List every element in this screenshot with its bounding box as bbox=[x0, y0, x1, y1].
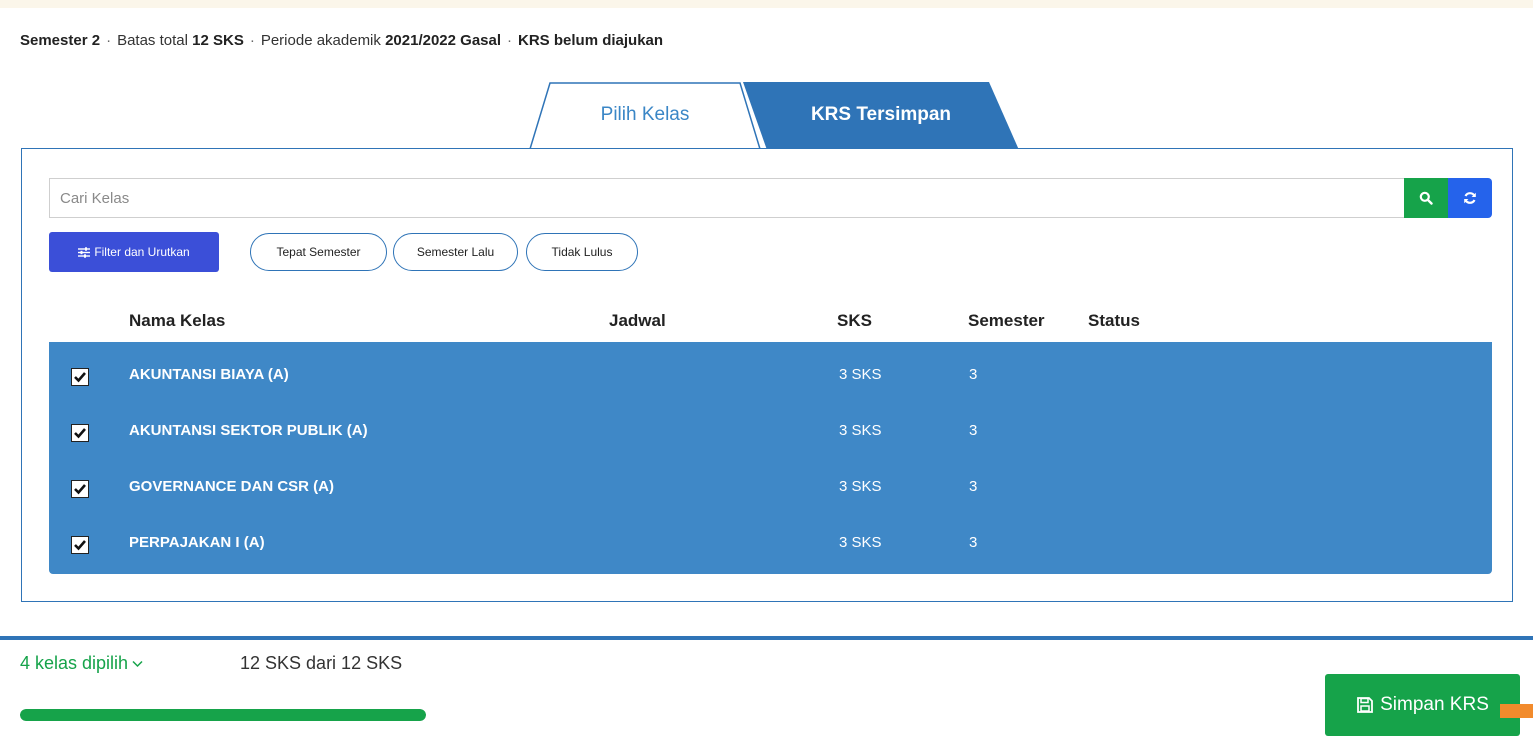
row-checkbox[interactable] bbox=[71, 480, 89, 498]
row-class-name: PERPAJAKAN I (A) bbox=[129, 534, 265, 551]
table-row[interactable]: GOVERNANCE DAN CSR (A) 3 SKS 3 bbox=[49, 459, 1492, 517]
check-icon bbox=[74, 540, 86, 551]
separator: · bbox=[249, 32, 255, 49]
sks-summary: 12 SKS dari 12 SKS bbox=[240, 653, 403, 673]
filter-sort-button[interactable]: Filter dan Urutkan bbox=[49, 232, 219, 272]
limit-prefix: Batas total bbox=[117, 32, 188, 49]
chevron-down-icon bbox=[132, 660, 143, 667]
table-row[interactable]: PERPAJAKAN I (A) 3 SKS 3 bbox=[49, 515, 1492, 573]
sliders-icon bbox=[78, 246, 91, 258]
header-nama-kelas: Nama Kelas bbox=[129, 311, 226, 330]
period-value: 2021/2022 Gasal bbox=[385, 32, 502, 49]
refresh-icon bbox=[1464, 192, 1476, 204]
header-jadwal: Jadwal bbox=[609, 311, 666, 330]
row-class-name: AKUNTANSI BIAYA (A) bbox=[129, 366, 289, 383]
header-status: Status bbox=[1088, 311, 1140, 330]
table-row[interactable]: AKUNTANSI SEKTOR PUBLIK (A) 3 SKS 3 bbox=[49, 403, 1492, 461]
semester-prefix: Semester bbox=[20, 32, 88, 49]
refresh-button[interactable] bbox=[1448, 178, 1492, 218]
tab-krs-tersimpan-label[interactable]: KRS Tersimpan bbox=[750, 104, 1012, 126]
row-class-name: GOVERNANCE DAN CSR (A) bbox=[129, 478, 335, 495]
footer-divider bbox=[0, 636, 1533, 640]
save-krs-button[interactable]: Simpan KRS bbox=[1325, 674, 1520, 736]
table-row[interactable]: AKUNTANSI BIAYA (A) 3 SKS 3 bbox=[49, 347, 1492, 405]
row-semester: 3 bbox=[969, 478, 978, 495]
check-icon bbox=[74, 484, 86, 495]
row-checkbox[interactable] bbox=[71, 424, 89, 442]
top-strip bbox=[0, 0, 1533, 8]
chip-tepat-semester[interactable]: Tepat Semester bbox=[250, 233, 387, 271]
row-semester: 3 bbox=[969, 534, 978, 551]
selected-classes-label: 4 kelas dipilih bbox=[20, 653, 129, 673]
row-sks: 3 SKS bbox=[839, 366, 882, 383]
chip-tidak-lulus[interactable]: Tidak Lulus bbox=[526, 233, 638, 271]
orange-marker bbox=[1500, 704, 1533, 718]
row-sks: 3 SKS bbox=[839, 478, 882, 495]
period-prefix: Periode akademik bbox=[260, 32, 381, 49]
check-icon bbox=[74, 428, 86, 439]
limit-value: 12 SKS bbox=[192, 32, 244, 49]
tab-pilih-kelas-label[interactable]: Pilih Kelas bbox=[528, 104, 762, 126]
filter-sort-label: Filter dan Urutkan bbox=[94, 245, 190, 259]
search-input[interactable] bbox=[49, 178, 1404, 218]
separator: · bbox=[507, 32, 513, 49]
row-checkbox[interactable] bbox=[71, 536, 89, 554]
krs-info-bar: Semester 2 · Batas total 12 SKS · Periode ak… bbox=[20, 32, 663, 49]
sks-progress-bar bbox=[20, 709, 426, 721]
semester-value: 2 bbox=[91, 32, 101, 49]
search-icon bbox=[1419, 191, 1433, 205]
sks-progress-fill bbox=[20, 709, 426, 721]
row-sks: 3 SKS bbox=[839, 422, 882, 439]
krs-status: KRS belum diajukan bbox=[518, 32, 664, 49]
row-checkbox[interactable] bbox=[71, 368, 89, 386]
separator: · bbox=[106, 32, 112, 49]
row-semester: 3 bbox=[969, 366, 978, 383]
header-semester: Semester bbox=[968, 311, 1045, 330]
check-icon bbox=[74, 372, 86, 383]
row-semester: 3 bbox=[969, 422, 978, 439]
row-class-name: AKUNTANSI SEKTOR PUBLIK (A) bbox=[129, 422, 368, 439]
chip-semester-lalu[interactable]: Semester Lalu bbox=[393, 233, 518, 271]
row-sks: 3 SKS bbox=[839, 534, 882, 551]
class-table-body: AKUNTANSI BIAYA (A) 3 SKS 3 AKUNTANSI SE… bbox=[49, 342, 1492, 574]
search-button[interactable] bbox=[1404, 178, 1448, 218]
selected-classes-toggle[interactable]: 4 kelas dipilih bbox=[20, 653, 143, 674]
save-krs-label: Simpan KRS bbox=[1380, 694, 1489, 715]
header-sks: SKS bbox=[837, 311, 872, 330]
floppy-disk-icon bbox=[1357, 697, 1374, 713]
